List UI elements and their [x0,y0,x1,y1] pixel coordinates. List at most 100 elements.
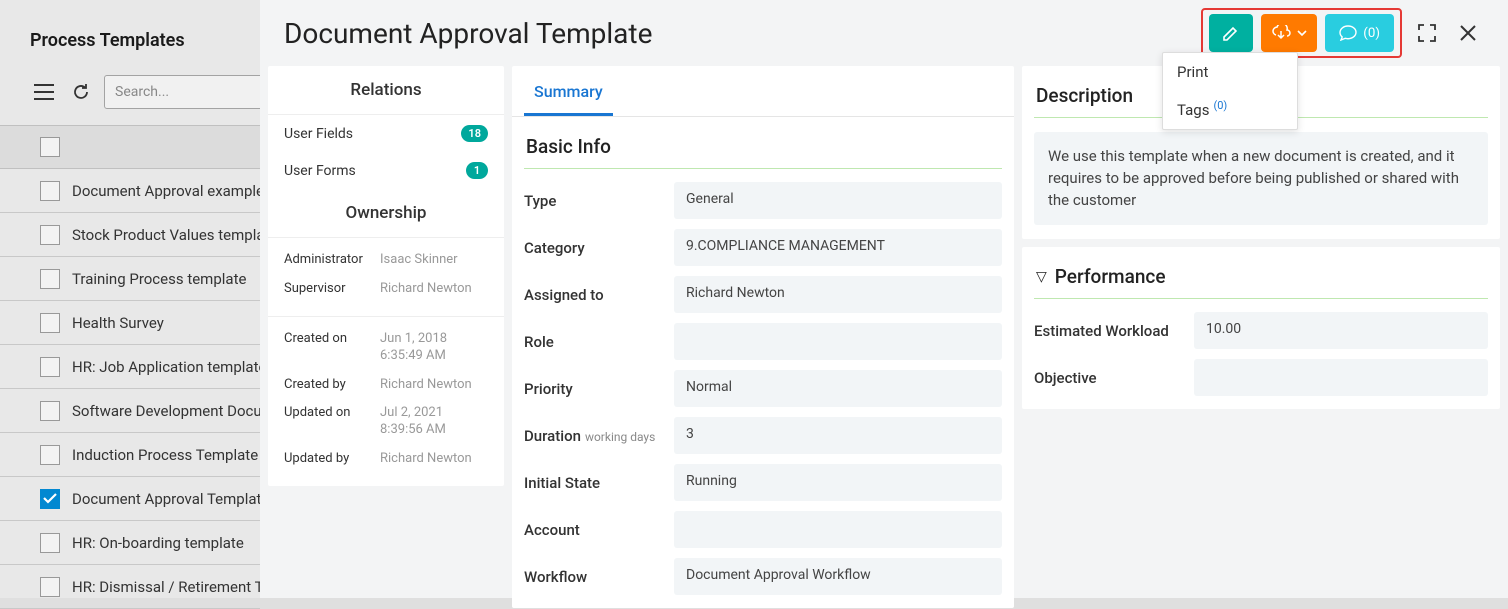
dropdown-tags[interactable]: Tags(0) [1163,91,1297,129]
list-item[interactable]: Software Development Document [0,389,260,433]
expand-icon [1416,22,1438,44]
field-label-account: Account [524,521,674,539]
field-label-role: Role [524,333,674,351]
pencil-icon [1222,24,1240,42]
list-item[interactable]: Health Survey [0,301,260,345]
ownership-label: Updated by [284,451,380,466]
field-label-type: Type [524,192,674,210]
ownership-label: Created on [284,331,380,346]
list-checkbox[interactable] [40,313,60,333]
field-role[interactable] [674,323,1002,360]
list-checkbox[interactable] [40,489,60,509]
list-item-label: Document Approval Template [72,490,260,508]
field-account[interactable] [674,511,1002,548]
refresh-icon [72,83,90,101]
field-objective[interactable] [1194,359,1488,396]
tab-summary[interactable]: Summary [524,66,613,116]
ownership-value: Richard Newton [380,377,472,394]
ownership-label: Administrator [284,252,380,267]
field-label-initial: Initial State [524,474,674,492]
field-workflow[interactable]: Document Approval Workflow [674,558,1002,595]
chat-button[interactable]: (0) [1325,14,1394,52]
cloud-download-icon [1271,25,1291,41]
list-checkbox[interactable] [40,225,60,245]
chat-count: (0) [1363,26,1380,41]
ownership-row: Created onJun 1, 2018 6:35:49 AM [268,325,504,371]
list-item-label: Stock Product Values template [72,226,260,244]
field-assigned[interactable]: Richard Newton [674,276,1002,313]
list-item-label: Software Development Document [72,402,260,420]
ownership-row: SupervisorRichard Newton [268,275,504,304]
field-label-assigned: Assigned to [524,286,674,304]
relation-badge: 1 [466,162,488,179]
list-item[interactable]: HR: Job Application template [0,345,260,389]
ownership-label: Updated on [284,405,380,420]
performance-header[interactable]: ▽Performance [1034,251,1488,299]
list-item[interactable]: Induction Process Template [0,433,260,477]
field-duration[interactable]: 3 [674,417,1002,454]
list-item-label: Training Process template [72,270,246,288]
close-button[interactable] [1452,17,1484,49]
list-item[interactable]: Training Process template [0,257,260,301]
relation-label: User Fields [284,126,353,142]
ownership-row: Updated byRichard Newton [268,445,504,474]
chevron-down-icon [1297,30,1307,36]
list-item-label: Induction Process Template [72,446,258,464]
field-label-duration: Durationworking days [524,427,674,445]
export-dropdown: Print Tags(0) [1162,52,1298,130]
list-checkbox[interactable] [40,401,60,421]
list-checkbox[interactable] [40,445,60,465]
list-item-label: HR: On-boarding template [72,534,244,552]
field-type[interactable]: General [674,182,1002,219]
main-title: Document Approval Template [284,17,652,50]
relation-badge: 18 [461,125,488,142]
list-checkbox[interactable] [40,181,60,201]
ownership-row: Created byRichard Newton [268,371,504,400]
edit-button[interactable] [1209,14,1253,52]
dropdown-print[interactable]: Print [1163,53,1297,91]
action-highlight-group: (0) [1201,8,1402,58]
field-priority[interactable]: Normal [674,370,1002,407]
field-label-workload: Estimated Workload [1034,322,1194,340]
hamburger-icon [34,84,54,100]
ownership-header: Ownership [268,189,504,237]
ownership-label: Created by [284,377,380,392]
refresh-button[interactable] [68,79,94,105]
relation-item[interactable]: User Forms 1 [268,152,504,189]
list-checkbox[interactable] [40,269,60,289]
list-item[interactable]: Document Approval Template [0,477,260,521]
field-label-priority: Priority [524,380,674,398]
list-item[interactable]: HR: Dismissal / Retirement Template [0,565,260,609]
list-item[interactable]: HR: On-boarding template [0,521,260,565]
description-text: We use this template when a new document… [1034,132,1488,225]
menu-button[interactable] [30,80,58,104]
ownership-value: Jul 2, 2021 8:39:56 AM [380,405,488,439]
export-button[interactable] [1261,14,1317,52]
fullscreen-button[interactable] [1410,16,1444,50]
field-initial[interactable]: Running [674,464,1002,501]
ownership-value: Jun 1, 2018 6:35:49 AM [380,331,488,365]
list-item[interactable]: Document Approval example [0,169,260,213]
basic-info-header: Basic Info [524,121,1002,169]
list-checkbox[interactable] [40,577,60,597]
field-label-objective: Objective [1034,369,1194,387]
list-checkbox[interactable] [40,357,60,377]
field-workload[interactable]: 10.00 [1194,312,1488,349]
relations-header: Relations [268,66,504,115]
page-title: Process Templates [0,18,260,71]
field-label-category: Category [524,239,674,257]
chat-icon [1339,25,1357,41]
ownership-value: Richard Newton [380,281,472,298]
close-icon [1458,23,1478,43]
ownership-row: Updated onJul 2, 2021 8:39:56 AM [268,399,504,445]
ownership-label: Supervisor [284,281,380,296]
list-checkbox[interactable] [40,533,60,553]
relation-item[interactable]: User Fields 18 [268,115,504,152]
ownership-value: Isaac Skinner [380,252,458,269]
list-item[interactable]: Stock Product Values template [0,213,260,257]
ownership-row: AdministratorIsaac Skinner [268,246,504,275]
relation-label: User Forms [284,163,356,179]
select-all-checkbox[interactable] [40,137,60,157]
triangle-down-icon: ▽ [1036,269,1047,285]
field-category[interactable]: 9.COMPLIANCE MANAGEMENT [674,229,1002,266]
